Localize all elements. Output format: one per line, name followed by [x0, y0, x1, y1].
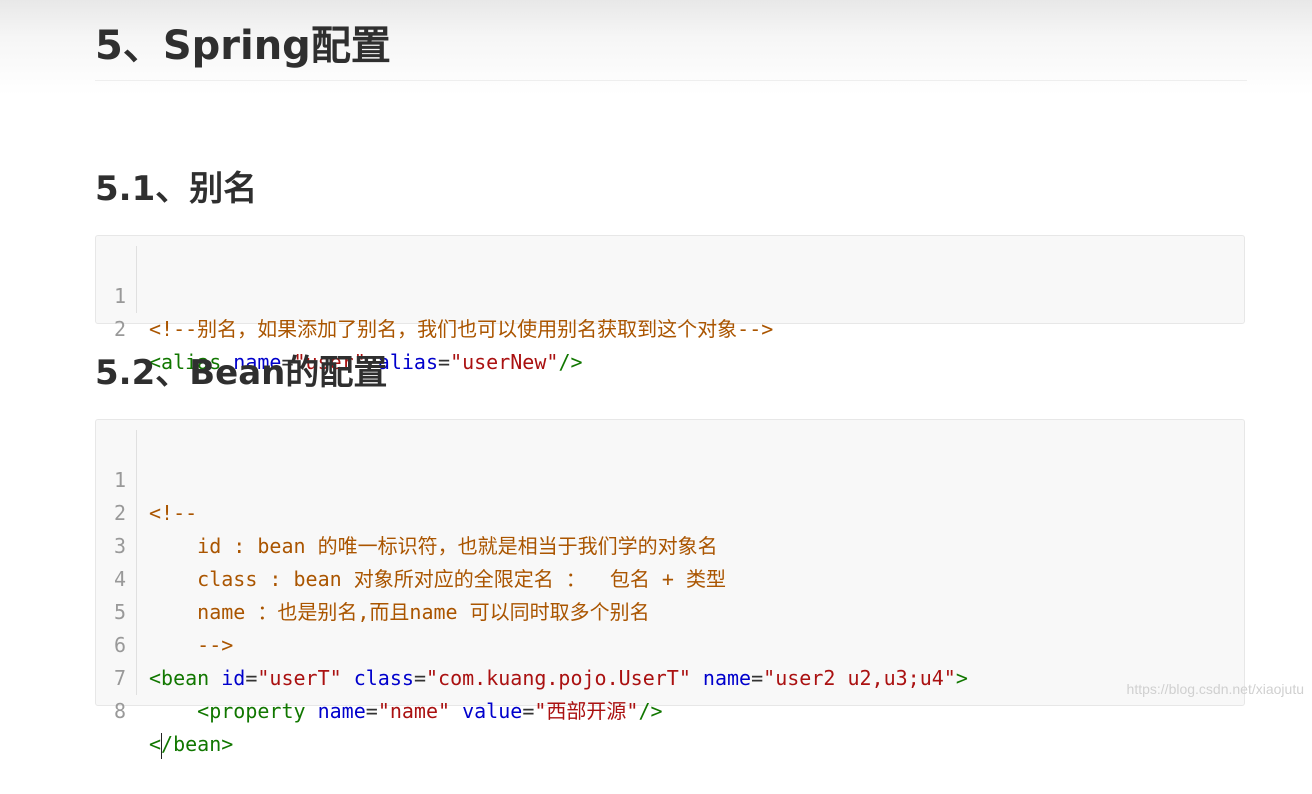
code-tag: <property	[197, 699, 305, 723]
code-tag: />	[558, 350, 582, 374]
code-attr: class	[342, 666, 414, 690]
code-comment: id : bean 的唯一标识符，也就是相当于我们学的对象名	[149, 530, 718, 563]
code-line: 7 <property name="name" value="西部开源"/>	[96, 629, 168, 662]
code-line: 1 <!--别名，如果添加了别名，我们也可以使用别名获取到这个对象-->	[96, 247, 168, 280]
code-tag: />	[638, 699, 662, 723]
code-tag: /bean	[161, 732, 221, 756]
code-comment: name ：也是别名,而且name 可以同时取多个别名	[149, 596, 650, 629]
code-attr: name	[306, 699, 366, 723]
code-comment: class : bean 对象所对应的全限定名 ： 包名 + 类型	[149, 563, 726, 596]
code-string: "userT"	[257, 666, 341, 690]
code-punc: =	[522, 699, 534, 723]
code-attr: value	[450, 699, 522, 723]
code-content: <bean id="userT" class="com.kuang.pojo.U…	[149, 662, 968, 695]
title-divider	[95, 80, 1247, 81]
code-line: 4 name ：也是别名,而且name 可以同时取多个别名	[96, 530, 168, 563]
code-string: "com.kuang.pojo.UserT"	[426, 666, 691, 690]
code-string: "user2 u2,u3;u4"	[763, 666, 956, 690]
code-punc: =	[751, 666, 763, 690]
code-punc: =	[414, 666, 426, 690]
line-number: 2	[96, 313, 126, 346]
code-attr: id	[209, 666, 245, 690]
code-line: 2 <alias name="user" alias="userNew"/>	[96, 280, 168, 313]
code-line: 5 -->	[96, 563, 168, 596]
code-line: 2 id : bean 的唯一标识符，也就是相当于我们学的对象名	[96, 464, 168, 497]
code-tag: >	[221, 732, 233, 756]
line-number: 8	[96, 695, 126, 728]
section-heading-bean: 5.2、Bean的配置	[95, 350, 387, 396]
code-content: </bean>	[149, 728, 233, 761]
watermark: https://blog.csdn.net/xiaojutu	[1127, 681, 1304, 697]
code-punc: =	[366, 699, 378, 723]
code-comment: <!--别名，如果添加了别名，我们也可以使用别名获取到这个对象-->	[149, 313, 773, 346]
code-punc: =	[245, 666, 257, 690]
page-title: 5、Spring配置	[95, 18, 391, 74]
code-tag: >	[956, 666, 968, 690]
code-line: 1 <!--	[96, 431, 168, 464]
code-line: 6 <bean id="userT" class="com.kuang.pojo…	[96, 596, 168, 629]
code-punc: =	[438, 350, 450, 374]
code-attr: name	[691, 666, 751, 690]
code-block-alias[interactable]: 1 <!--别名，如果添加了别名，我们也可以使用别名获取到这个对象--> 2 <…	[95, 235, 1245, 324]
code-line: 3 class : bean 对象所对应的全限定名 ： 包名 + 类型	[96, 497, 168, 530]
code-string: "userNew"	[450, 350, 558, 374]
code-string: "name"	[378, 699, 450, 723]
section-heading-alias: 5.1、别名	[95, 166, 257, 212]
code-content: <property name="name" value="西部开源"/>	[149, 695, 663, 728]
code-tag: <	[149, 732, 161, 756]
code-string: "西部开源"	[534, 699, 638, 723]
code-block-bean[interactable]: 1 <!-- 2 id : bean 的唯一标识符，也就是相当于我们学的对象名 …	[95, 419, 1245, 706]
code-line: 8 </bean>	[96, 662, 168, 695]
